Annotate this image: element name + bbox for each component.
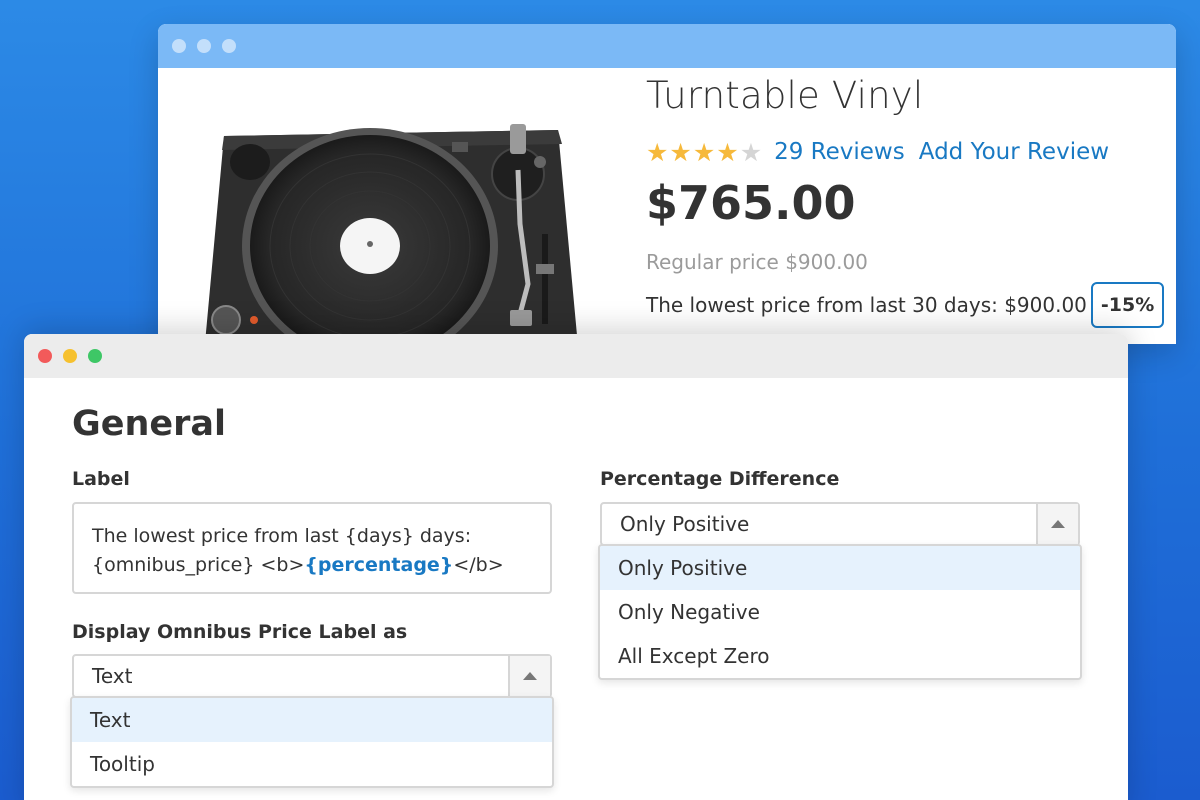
regular-price: Regular price $900.00 bbox=[646, 250, 868, 274]
display-as-label: Display Omnibus Price Label as bbox=[72, 621, 408, 643]
star-empty-icon: ★ bbox=[739, 137, 763, 167]
percentage-difference-selected-value: Only Positive bbox=[620, 512, 750, 536]
window-maximize-button[interactable] bbox=[88, 349, 102, 363]
discount-badge: -15% bbox=[1090, 282, 1165, 328]
rating-row: ★ ★ ★ ★ ★ 29 Reviews Add Your Review bbox=[646, 139, 1123, 165]
section-title: General bbox=[72, 404, 226, 444]
window-dot-minimize[interactable] bbox=[197, 39, 211, 53]
percentage-option[interactable]: Only Positive bbox=[600, 546, 1080, 590]
percentage-difference-label: Percentage Difference bbox=[600, 468, 840, 490]
window-dot-maximize[interactable] bbox=[222, 39, 236, 53]
settings-window-titlebar bbox=[24, 334, 1128, 378]
label-value-placeholder: {percentage} bbox=[304, 554, 454, 576]
product-page-window: Turntable Vinyl ★ ★ ★ ★ ★ 29 Reviews Add… bbox=[158, 24, 1176, 344]
percentage-option[interactable]: Only Negative bbox=[600, 590, 1080, 634]
caret-up-icon bbox=[1051, 520, 1065, 528]
window-close-button[interactable] bbox=[38, 349, 52, 363]
star-filled-icon: ★ bbox=[692, 137, 716, 167]
display-as-selected-value: Text bbox=[92, 664, 133, 688]
product-title: Turntable Vinyl bbox=[646, 74, 924, 117]
window-minimize-button[interactable] bbox=[63, 349, 77, 363]
window-dot-close[interactable] bbox=[172, 39, 186, 53]
percentage-difference-toggle[interactable] bbox=[1036, 504, 1078, 544]
omnibus-lowest-price-text: The lowest price from last 30 days: $900… bbox=[646, 293, 1087, 317]
final-price: $765.00 bbox=[646, 176, 856, 230]
display-as-option[interactable]: Text bbox=[72, 698, 552, 742]
label-textarea[interactable]: The lowest price from last {days} days: … bbox=[72, 502, 552, 594]
display-as-dropdown: Text Tooltip bbox=[70, 696, 554, 788]
settings-window: General Label The lowest price from last… bbox=[24, 334, 1128, 800]
display-as-toggle[interactable] bbox=[508, 656, 550, 696]
display-as-select[interactable]: Text bbox=[72, 654, 552, 698]
percentage-difference-dropdown: Only Positive Only Negative All Except Z… bbox=[598, 544, 1082, 680]
reviews-link[interactable]: 29 Reviews bbox=[774, 139, 905, 165]
star-filled-icon: ★ bbox=[669, 137, 692, 167]
display-as-option[interactable]: Tooltip bbox=[72, 742, 552, 786]
omnibus-lowest-price: The lowest price from last 30 days: $900… bbox=[646, 282, 1165, 328]
turntable-product-image bbox=[204, 124, 578, 344]
add-review-link[interactable]: Add Your Review bbox=[919, 139, 1109, 165]
product-window-titlebar bbox=[158, 24, 1176, 68]
star-filled-icon: ★ bbox=[716, 137, 739, 167]
star-filled-icon: ★ bbox=[646, 137, 669, 167]
percentage-option[interactable]: All Except Zero bbox=[600, 634, 1080, 678]
label-value-text-end: </b> bbox=[453, 554, 504, 576]
label-field-label: Label bbox=[72, 468, 130, 490]
percentage-difference-select[interactable]: Only Positive bbox=[600, 502, 1080, 546]
star-rating: ★ ★ ★ ★ ★ bbox=[646, 140, 762, 165]
caret-up-icon bbox=[523, 672, 537, 680]
